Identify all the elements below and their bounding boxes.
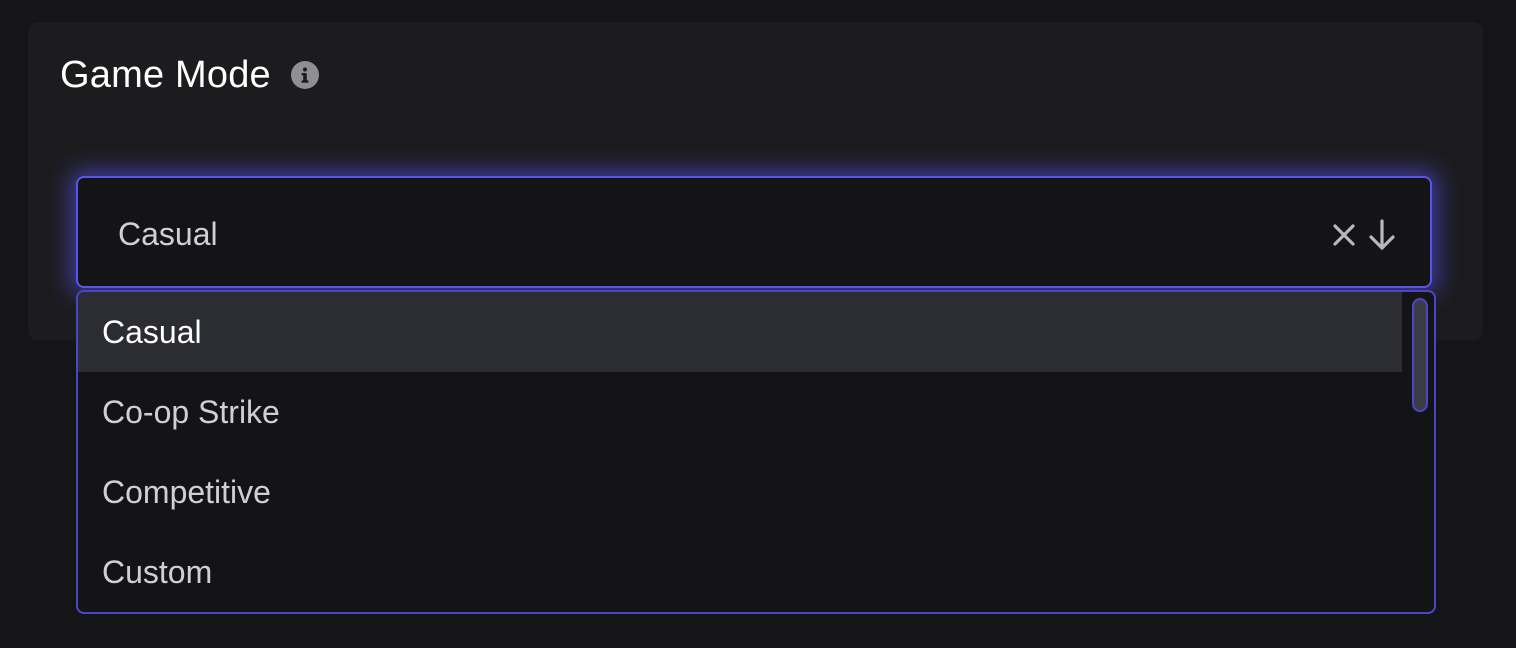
info-glyph xyxy=(301,67,309,83)
option-competitive[interactable]: Competitive xyxy=(78,452,1402,532)
selected-value: Casual xyxy=(118,216,218,252)
info-icon[interactable] xyxy=(290,61,319,89)
option-casual[interactable]: Casual xyxy=(78,292,1402,372)
field-label-row: Game Mode xyxy=(60,50,319,100)
option-custom[interactable]: Custom xyxy=(78,532,1402,612)
field-label: Game Mode xyxy=(60,53,271,96)
close-icon[interactable] xyxy=(1331,222,1357,248)
dropdown-menu: Casual Co-op Strike Competitive Custom xyxy=(76,290,1436,614)
game-mode-select[interactable]: Casual xyxy=(76,176,1432,288)
scrollbar-thumb[interactable] xyxy=(1412,298,1428,412)
dropdown-scrollbar[interactable] xyxy=(1412,298,1428,412)
option-co-op-strike[interactable]: Co-op Strike xyxy=(78,372,1402,452)
arrow-down-icon[interactable] xyxy=(1367,218,1397,252)
